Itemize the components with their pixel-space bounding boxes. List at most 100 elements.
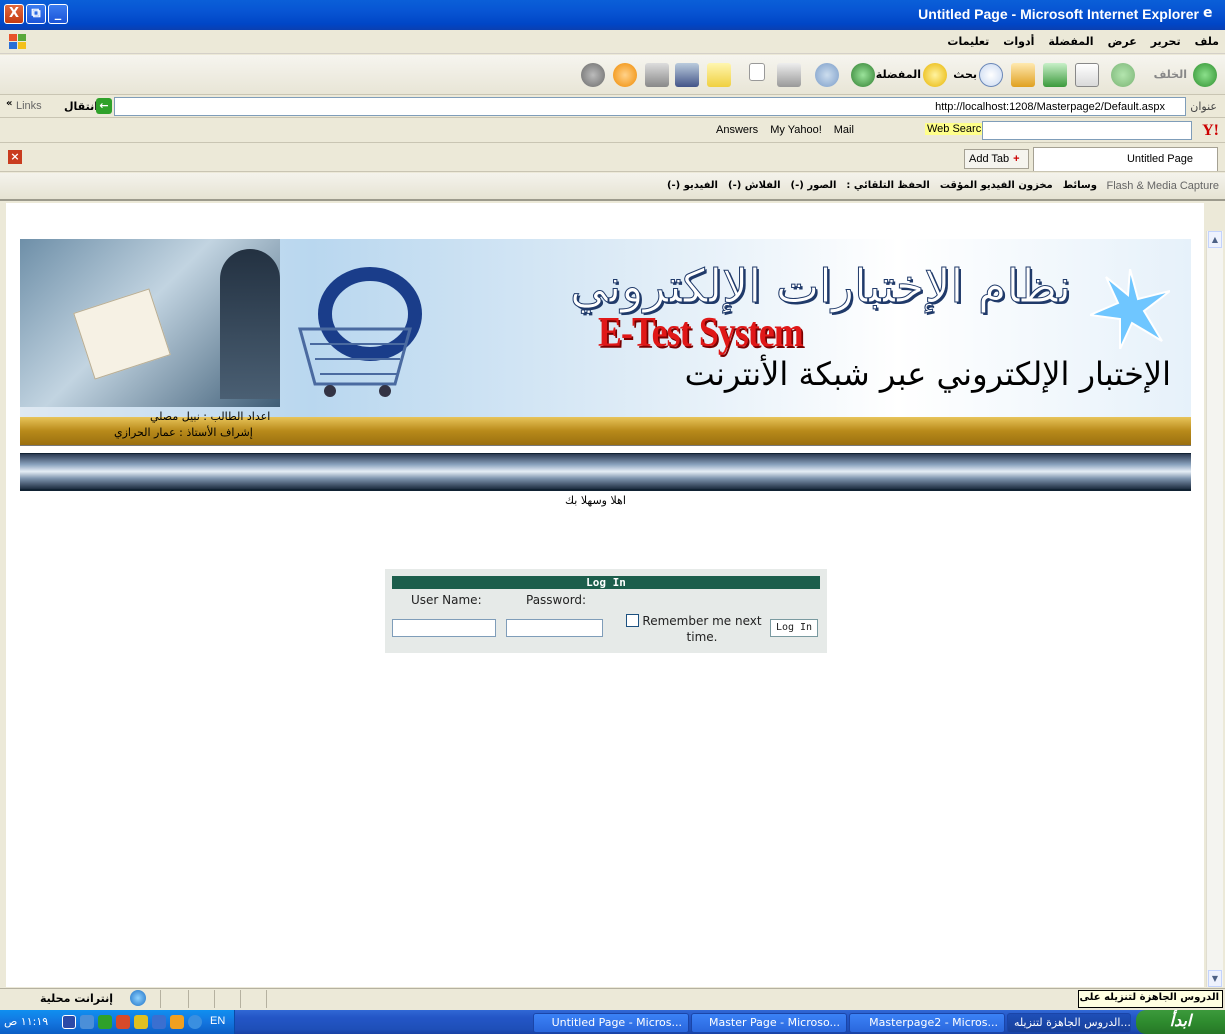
mail-link[interactable]: Mail: [834, 124, 854, 136]
scroll-down-icon[interactable]: ▼: [1208, 970, 1222, 987]
task-untitled-page[interactable]: Untitled Page - Micros...: [533, 1013, 689, 1033]
star-burst-icon: [1090, 269, 1170, 349]
stop-icon[interactable]: [1075, 63, 1099, 87]
remember-me-checkbox[interactable]: [626, 614, 639, 627]
flash-toggle[interactable]: الفلاش (-): [728, 180, 781, 191]
back-label[interactable]: الخلف: [1154, 68, 1187, 81]
task-master-page[interactable]: Master Page - Microso...: [691, 1013, 847, 1033]
mail-icon[interactable]: [815, 63, 839, 87]
flash-capture-label[interactable]: Flash & Media Capture: [1107, 180, 1220, 192]
address-input[interactable]: http://localhost:1208/Masterpage2/Defaul…: [114, 97, 1186, 116]
welcome-text: اهلا وسهلا بك: [565, 494, 626, 507]
app-tray-icon[interactable]: [170, 1015, 184, 1029]
video-toggle[interactable]: الفيديو (-): [667, 180, 718, 191]
credit-supervisor: إشراف الأستاذ : عمار الحرازي: [114, 426, 253, 439]
menu-items: ملف تحرير عرض المفضلة أدوات تعليمات: [947, 35, 1219, 48]
realplayer-icon[interactable]: [613, 63, 637, 87]
login-button[interactable]: Log In: [770, 619, 818, 637]
app-tray-icon[interactable]: [116, 1015, 130, 1029]
images-toggle[interactable]: الصور (-): [791, 180, 837, 191]
banner-title-arabic: نظام الإختبارات الإلكتروني: [570, 259, 1072, 314]
notes-icon[interactable]: [707, 63, 731, 87]
password-input[interactable]: [506, 619, 603, 637]
autosave-label: الحفظ التلقائي :: [846, 180, 930, 191]
history-icon[interactable]: [851, 63, 875, 87]
antivirus-icon[interactable]: [98, 1015, 112, 1029]
banner-title-english: E-Test System: [598, 310, 804, 356]
status-divider: [214, 990, 215, 1008]
users-icon[interactable]: [581, 63, 605, 87]
monitor-icon[interactable]: [62, 1015, 76, 1029]
username-input[interactable]: [392, 619, 496, 637]
flash-capture-bar: Flash & Media Capture وسائط مخزون الفيدي…: [0, 173, 1225, 201]
favorites-star-icon[interactable]: [923, 63, 947, 87]
home-icon[interactable]: [1011, 63, 1035, 87]
research-icon[interactable]: [675, 63, 699, 87]
menu-tools[interactable]: أدوات: [1003, 35, 1034, 48]
tooltip: الدروس الجاهزة لتنزيله على النت: [1078, 990, 1223, 1008]
yahoo-toolbar: Answers My Yahoo! Mail Web Search Y!: [0, 119, 1225, 143]
status-divider: [266, 990, 267, 1008]
search-label[interactable]: بحث: [953, 68, 977, 81]
yahoo-search-input[interactable]: [982, 121, 1192, 140]
vertical-scrollbar[interactable]: ▲ ▼: [1206, 231, 1223, 987]
tab-label: Untitled Page: [1126, 153, 1193, 165]
app-tray-icon[interactable]: [188, 1015, 202, 1029]
web-search-button[interactable]: Web Search: [925, 123, 990, 135]
answers-link[interactable]: Answers: [716, 124, 758, 136]
login-heading: Log In: [392, 576, 820, 589]
clock[interactable]: ١١:١٩ ص: [4, 1015, 48, 1028]
username-label: User Name:: [411, 593, 482, 607]
start-button[interactable]: ابدأ: [1136, 1010, 1225, 1034]
app-tray-icon[interactable]: [134, 1015, 148, 1029]
scroll-up-icon[interactable]: ▲: [1208, 231, 1222, 248]
ie-icon: e: [1203, 5, 1213, 21]
search-icon[interactable]: [979, 63, 1003, 87]
media-menu[interactable]: وسائط: [1063, 180, 1097, 191]
status-divider: [188, 990, 189, 1008]
menu-edit[interactable]: تحرير: [1151, 35, 1181, 48]
forward-arrow-icon[interactable]: [1111, 63, 1135, 87]
windows-flag-icon: [9, 34, 26, 49]
menu-view[interactable]: عرض: [1108, 35, 1137, 48]
address-label: عنوان: [1190, 100, 1217, 113]
app-tray-icon[interactable]: [152, 1015, 166, 1029]
security-zone: إنترانت محلية: [40, 992, 113, 1005]
restore-button[interactable]: ⧉: [26, 4, 46, 24]
go-arrow-icon[interactable]: ←: [96, 98, 112, 114]
go-label[interactable]: انتقال: [64, 100, 98, 113]
network-icon[interactable]: [80, 1015, 94, 1029]
address-url: http://localhost:1208/Masterpage2/Defaul…: [935, 101, 1165, 113]
task-downloads-folder[interactable]: الدروس الجاهزة لتنزيله...: [1007, 1013, 1131, 1033]
menu-favorites[interactable]: المفضلة: [1048, 35, 1093, 48]
title-bar: X ⧉ _ Untitled Page - Microsoft Internet…: [0, 0, 1225, 30]
refresh-icon[interactable]: [1043, 63, 1067, 87]
video-cache-menu[interactable]: مخزون الفيديو المؤقت: [940, 180, 1053, 191]
close-button[interactable]: X: [4, 4, 24, 24]
close-tab-icon[interactable]: ×: [8, 150, 22, 164]
cart-icon: [298, 267, 422, 397]
menu-help[interactable]: تعليمات: [947, 35, 989, 48]
status-divider: [240, 990, 241, 1008]
links-label[interactable]: Links: [16, 100, 42, 112]
menu-file[interactable]: ملف: [1195, 35, 1219, 48]
task-masterpage2[interactable]: Masterpage2 - Micros...: [849, 1013, 1005, 1033]
yahoo-logo[interactable]: Y!: [1202, 122, 1219, 140]
flash-items: وسائط مخزون الفيديو المؤقت الحفظ التلقائ…: [667, 180, 1097, 191]
menu-bar: ملف تحرير عرض المفضلة أدوات تعليمات: [0, 30, 1225, 54]
remember-me-label[interactable]: Remember me next time.: [640, 613, 764, 645]
my-yahoo-link[interactable]: My Yahoo!: [770, 124, 822, 136]
minimize-button[interactable]: _: [48, 4, 68, 24]
add-tab-label: Add Tab: [969, 153, 1010, 165]
back-arrow-icon[interactable]: [1193, 63, 1217, 87]
tab-untitled-page[interactable]: Untitled Page: [1033, 147, 1218, 171]
person-image: [220, 249, 280, 399]
add-tab-button[interactable]: Add Tab +: [964, 149, 1029, 169]
globe-icon: [130, 990, 146, 1006]
language-indicator[interactable]: EN: [210, 1015, 225, 1027]
favorites-label[interactable]: المفضلة: [876, 68, 921, 81]
edit-icon[interactable]: [749, 63, 765, 81]
messenger-icon[interactable]: [645, 63, 669, 87]
chevron-icon[interactable]: «: [6, 98, 12, 109]
print-icon[interactable]: [777, 63, 801, 87]
